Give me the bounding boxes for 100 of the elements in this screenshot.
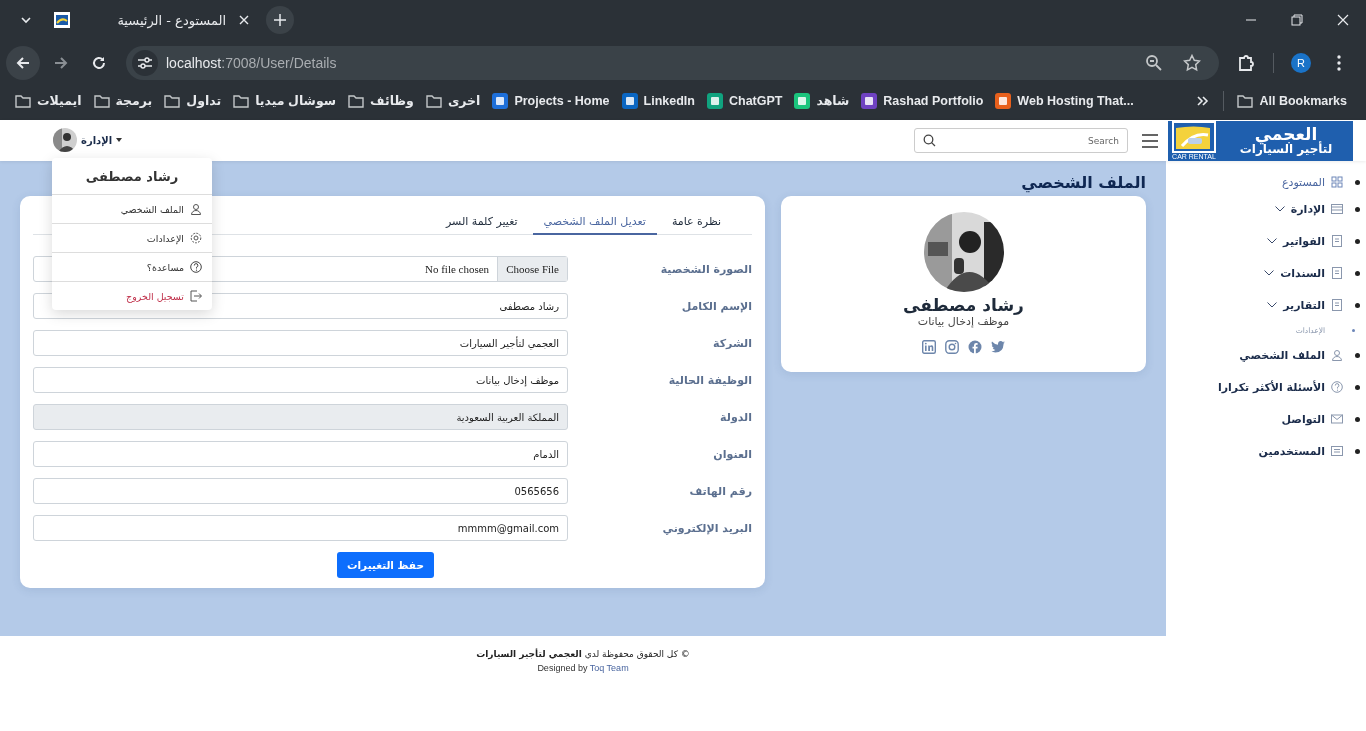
back-icon[interactable] xyxy=(6,45,40,80)
question-icon xyxy=(1331,381,1343,393)
person-icon xyxy=(190,203,202,215)
bookmark-item[interactable]: شاهد xyxy=(789,89,855,112)
bookmark-item[interactable]: اخرى xyxy=(420,89,486,112)
sidebar-item[interactable]: الفواتير xyxy=(1267,234,1343,248)
doc-icon xyxy=(1331,299,1343,311)
sidebar-item[interactable]: المستودع xyxy=(1281,175,1343,189)
search-icon xyxy=(923,134,936,147)
gear-icon xyxy=(190,232,202,244)
tab-title: المستودع - الرئيسية xyxy=(116,12,226,28)
sidebar-item[interactable]: السندات xyxy=(1264,266,1343,280)
team-link[interactable]: Toq Team xyxy=(589,663,629,673)
folder-icon xyxy=(164,93,181,108)
field-label: العنوان xyxy=(712,447,752,461)
sidebar-item[interactable]: الأسئلة الأكثر تكرارا xyxy=(1217,380,1343,394)
choose-file-button[interactable]: Choose File xyxy=(497,257,567,281)
site-icon xyxy=(707,92,723,109)
bullet-icon xyxy=(1355,352,1360,358)
new-tab-button[interactable] xyxy=(266,6,294,34)
card-icon xyxy=(1331,203,1343,215)
sidebar-item[interactable]: التقارير xyxy=(1267,298,1343,312)
site-favicon xyxy=(54,12,70,28)
folder-icon xyxy=(348,93,365,108)
folder-icon xyxy=(1237,93,1254,108)
input-field[interactable]: mmmm@gmail.com xyxy=(33,515,568,541)
sidebar-item[interactable]: الإدارة xyxy=(1274,202,1343,216)
mail-icon xyxy=(1331,413,1343,425)
sidebar-item[interactable]: المستخدمين xyxy=(1258,444,1343,458)
folder-icon xyxy=(425,93,442,108)
plus-icon xyxy=(274,14,286,26)
field-label: الإسم الكامل xyxy=(680,299,752,313)
caret-icon xyxy=(116,138,123,142)
profile-job: موظف إدخال بيانات xyxy=(917,314,1010,328)
page-title: الملف الشخصي xyxy=(1021,173,1146,192)
user-menu[interactable]: الإدارة xyxy=(53,128,123,152)
input-field[interactable]: موظف إدخال بيانات xyxy=(33,367,568,393)
dropdown-item[interactable]: الإعدادات xyxy=(52,224,212,253)
input-field[interactable]: العجمي لتأجير السيارات xyxy=(33,330,568,356)
bookmark-item[interactable]: تداول xyxy=(159,89,227,112)
bullet-icon xyxy=(1355,270,1360,276)
dropdown-item[interactable]: الملف الشخصي xyxy=(52,195,212,224)
bookmark-item[interactable]: برمجة xyxy=(88,89,158,112)
bookmark-item[interactable]: وظائف xyxy=(343,89,419,112)
menu-icon[interactable] xyxy=(1142,133,1158,148)
browser-tab[interactable]: المستودع - الرئيسية xyxy=(40,0,260,40)
all-bookmarks-button[interactable]: All Bookmarks xyxy=(1232,90,1352,111)
bookmark-item[interactable]: ChatGPT xyxy=(702,89,788,112)
facebook-icon[interactable] xyxy=(968,339,982,354)
grid-icon xyxy=(1331,176,1343,188)
address-bar[interactable]: localhost:7008/User/Details xyxy=(126,45,1219,80)
input-field[interactable]: الدمام xyxy=(33,441,568,467)
linkedin-icon[interactable] xyxy=(922,339,936,354)
sidebar-item[interactable]: التواصل xyxy=(1281,412,1343,426)
url-text: localhost:7008/User/Details xyxy=(166,54,337,71)
search-field[interactable]: Search xyxy=(914,128,1128,153)
bullet-icon xyxy=(1355,179,1360,185)
site-icon xyxy=(995,92,1012,109)
logo-title: العجمي xyxy=(1254,126,1318,143)
twitter-icon[interactable] xyxy=(991,340,1005,353)
dropdown-user-name: رشاد مصطفى xyxy=(52,158,212,195)
dropdown-item[interactable]: مساعدة؟ xyxy=(52,253,212,282)
site-info-icon[interactable] xyxy=(132,49,158,76)
bookmark-item[interactable]: سوشال ميديا xyxy=(228,89,342,112)
profile-tab[interactable]: تعديل الملف الشخصي xyxy=(532,209,657,235)
folder-icon xyxy=(15,93,31,108)
doc-icon xyxy=(1331,267,1343,279)
bookmark-item[interactable]: ايميلات xyxy=(10,89,87,112)
profile-avatar[interactable]: R xyxy=(1291,52,1311,73)
instagram-icon[interactable] xyxy=(945,339,959,354)
bookmark-item[interactable]: Rashad Portfolio xyxy=(856,89,989,112)
sidebar-item[interactable]: الملف الشخصي xyxy=(1239,348,1343,362)
bullet-icon xyxy=(1355,302,1360,308)
doc-icon xyxy=(1331,235,1343,247)
profile-tab[interactable]: تغيير كلمة السر xyxy=(435,209,529,234)
field-label: البريد الإلكتروني xyxy=(661,521,752,535)
site-icon xyxy=(794,92,811,109)
question-icon xyxy=(190,261,202,273)
bullet-icon xyxy=(1355,448,1360,454)
bookmark-item[interactable]: LinkedIn xyxy=(616,89,700,112)
field-label: الدولة xyxy=(719,410,752,424)
field-label: الصورة الشخصية xyxy=(659,262,752,276)
save-button[interactable]: حفظ التغييرات xyxy=(336,552,434,578)
profile-name: رشاد مصطفى xyxy=(903,296,1024,315)
copyright-text: © كل الحقوق محفوظة لدي العجمي لتأجير السيارات xyxy=(476,649,690,659)
field-label: الشركة xyxy=(712,336,752,350)
input-field[interactable]: 0565656 xyxy=(33,478,568,504)
site-icon xyxy=(621,92,638,109)
field-label: الوظيفة الحالية xyxy=(667,373,752,387)
logo-subtitle: لتأجير السيارات xyxy=(1239,143,1333,155)
file-status-text: No file chosen xyxy=(424,262,491,277)
bookmark-item[interactable]: Web Hosting That... xyxy=(990,89,1139,112)
bullet-icon xyxy=(1355,384,1360,390)
designed-by-text: Designed by xyxy=(537,663,588,673)
bookmark-item[interactable]: Projects - Home xyxy=(487,89,615,112)
field-label: رقم الهاتف xyxy=(688,484,752,498)
list-icon xyxy=(1331,445,1343,457)
profile-tab[interactable]: نظرة عامة xyxy=(660,209,732,234)
folder-icon xyxy=(93,93,110,108)
bullet-icon xyxy=(1355,416,1360,422)
